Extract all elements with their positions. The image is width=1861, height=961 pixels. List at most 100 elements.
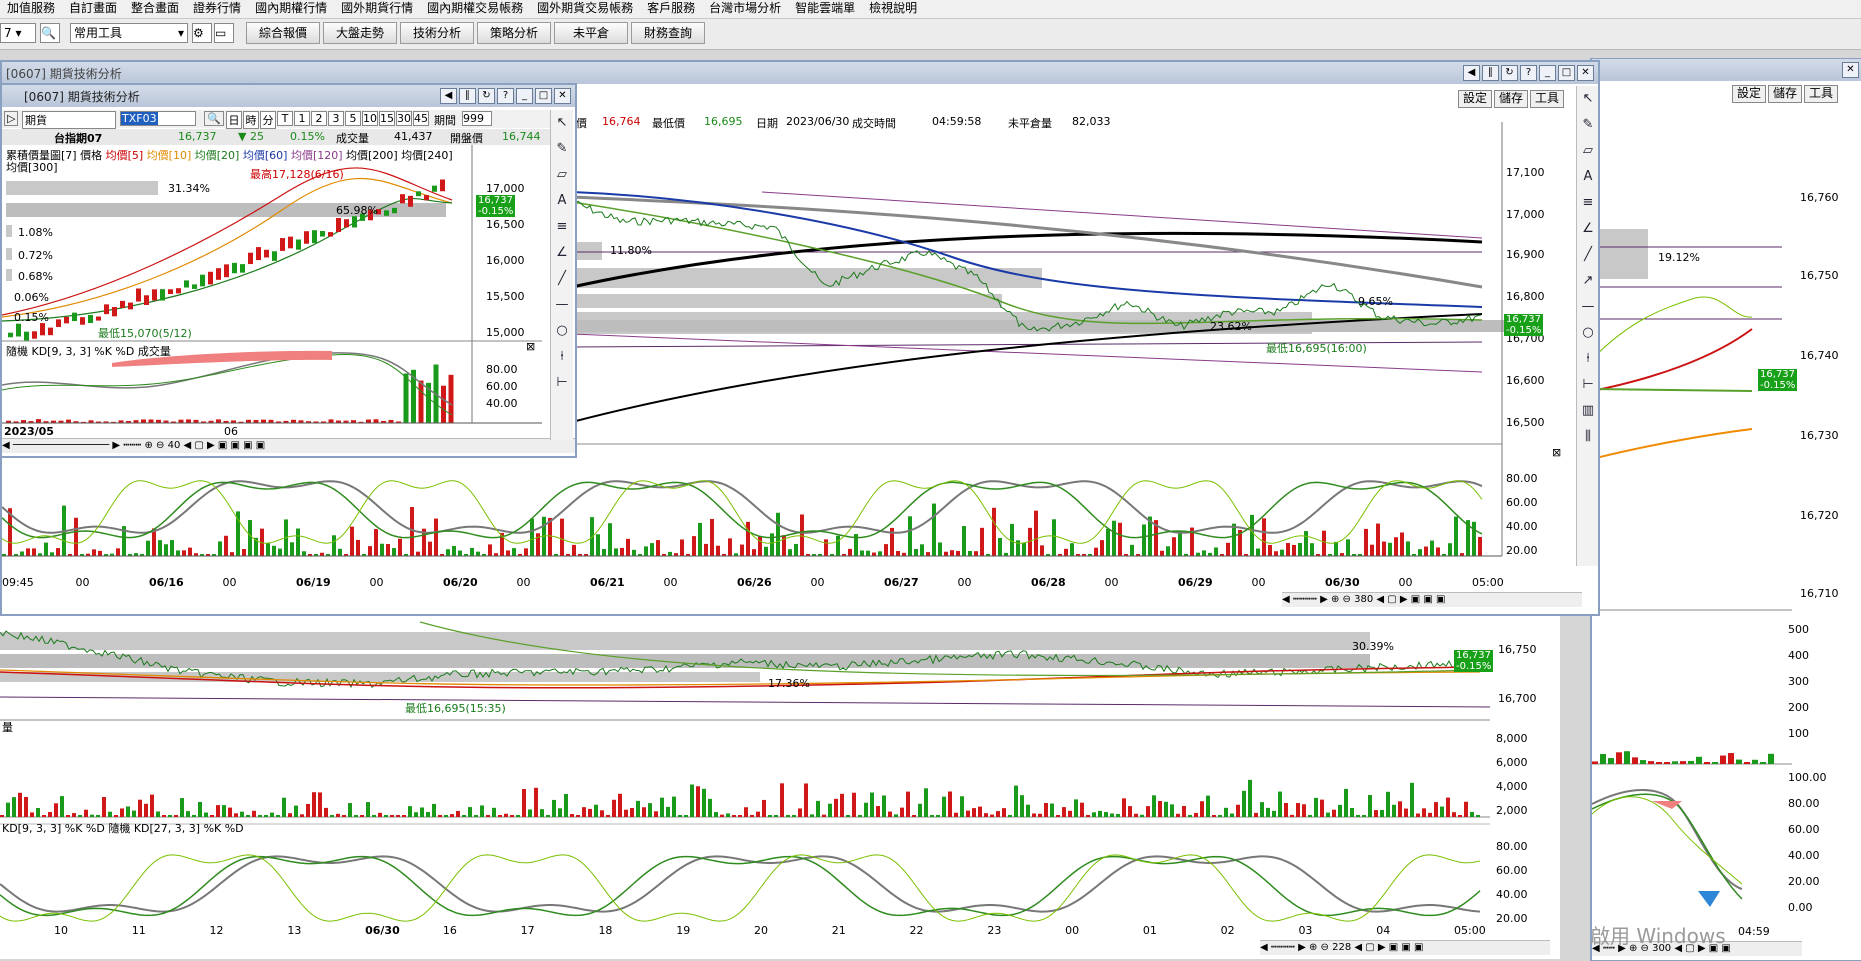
- gann-icon[interactable]: ⊢: [1577, 372, 1598, 398]
- menu-item[interactable]: 國內期權行情: [248, 0, 334, 17]
- volume-bar: [1616, 752, 1622, 764]
- volume-bar: [261, 419, 266, 423]
- menu-item[interactable]: 證券行情: [186, 0, 248, 17]
- text-icon[interactable]: A: [1577, 164, 1598, 190]
- bw-nav-bar[interactable]: ◀ ┅┅┅┅ ▶ ⊕ ⊖ 228 ◀ ▢ ▶ ▣ ▣ ▣: [1260, 940, 1550, 955]
- bars-icon[interactable]: ▥: [1577, 398, 1598, 424]
- volume-bar: [978, 806, 982, 817]
- menu-item[interactable]: 檢視說明: [862, 0, 924, 17]
- finance-query-button[interactable]: 財務查詢: [631, 22, 705, 44]
- pin-icon[interactable]: ⍿: [1577, 346, 1598, 372]
- volume-bar: [606, 815, 610, 817]
- volume-bar: [1624, 751, 1630, 764]
- volume-bar: [1346, 539, 1350, 556]
- mw-nav-bar[interactable]: ◀ ┅┅┅┅ ▶ ⊕ ⊖ 380 ◀ ▢ ▶ ▣ ▣ ▣: [1282, 592, 1582, 607]
- candle: [384, 210, 389, 216]
- volume-bar: [282, 797, 286, 817]
- volume-bar: [612, 799, 616, 817]
- volume-bar: [1158, 800, 1162, 817]
- strategy-button[interactable]: 策略分析: [477, 22, 551, 44]
- volume-bar: [6, 802, 10, 817]
- hline-icon[interactable]: —: [1577, 294, 1598, 320]
- volume-bar: [636, 800, 640, 817]
- pointer-icon[interactable]: ↖: [551, 110, 573, 136]
- index-trend-button[interactable]: 大盤走勢: [323, 22, 397, 44]
- menu-item[interactable]: 整合畫面: [124, 0, 186, 17]
- volume-bar: [914, 549, 918, 556]
- volume-bar: [78, 815, 82, 817]
- lines-icon[interactable]: ≡: [551, 214, 573, 240]
- text-icon[interactable]: A: [551, 188, 573, 214]
- volume-bar: [972, 808, 976, 817]
- window-icon[interactable]: ▭: [214, 23, 234, 43]
- eraser-icon[interactable]: ▱: [551, 162, 573, 188]
- volume-bar: [446, 549, 450, 556]
- gear-icon[interactable]: ⚙: [192, 23, 212, 43]
- date-label: 18: [598, 924, 613, 937]
- menu-item[interactable]: 國外期貨交易帳務: [530, 0, 640, 17]
- open-interest-button[interactable]: 未平倉: [554, 22, 628, 44]
- pin-icon[interactable]: ⍿: [551, 344, 573, 370]
- right-price-tick: 16,740: [1800, 349, 1839, 362]
- tech-analysis-button[interactable]: 技術分析: [400, 22, 474, 44]
- gann-icon[interactable]: ⊢: [551, 370, 573, 396]
- bottom-chart-svg: [0, 621, 1491, 922]
- toolbar: 7 ▾ 🔍 常用工具 ▾ ⚙ ▭ 綜合報價 大盤走勢 技術分析 策略分析 未平倉 …: [0, 19, 1861, 50]
- volume-bar: [930, 815, 934, 817]
- close-icon[interactable]: ⊠: [1552, 446, 1561, 459]
- search-icon[interactable]: 🔍: [40, 23, 60, 43]
- screen-combo[interactable]: 7 ▾: [0, 23, 36, 43]
- sw-nav-bar[interactable]: ◀ ──────────────── ▶ ┅┅┅ ⊕ ⊖ 40 ◀ ▢ ▶ ▣ …: [2, 438, 575, 453]
- close-icon[interactable]: ⊠: [526, 340, 535, 353]
- right-kd-tick: 0.00: [1788, 901, 1813, 914]
- trendline-icon[interactable]: ╱: [1577, 242, 1598, 268]
- volume-bar: [998, 537, 1002, 556]
- volume-bar: [374, 529, 378, 556]
- volume-bar: [468, 807, 472, 817]
- menu-item[interactable]: 客戶服務: [640, 0, 702, 17]
- quote-button[interactable]: 綜合報價: [246, 22, 320, 44]
- menu-item[interactable]: 智能雲端單: [788, 0, 862, 17]
- date-label: 10: [54, 924, 68, 937]
- volume-bar: [774, 815, 778, 817]
- volume-bar: [438, 814, 442, 817]
- candle: [312, 230, 317, 244]
- volume-bar: [650, 543, 654, 556]
- volume-bar: [624, 809, 628, 817]
- volume-bar: [1334, 541, 1338, 556]
- volume-bar: [470, 547, 474, 556]
- mw-badge-change: -0.15%: [1506, 325, 1542, 336]
- menu-item[interactable]: 國外期貨行情: [334, 0, 420, 17]
- menu-item[interactable]: 台灣市場分析: [702, 0, 788, 17]
- bw-pct-2: 17.36%: [768, 677, 810, 690]
- common-tools-select[interactable]: 常用工具 ▾: [70, 23, 188, 43]
- pointer-icon[interactable]: ↖: [1577, 86, 1598, 112]
- sw-high-annotation: 最高17,128(6/16): [250, 168, 344, 181]
- menu-item[interactable]: 自訂畫面: [62, 0, 124, 17]
- pencil-icon[interactable]: ✎: [1577, 112, 1598, 138]
- trendline-icon[interactable]: ╱: [551, 266, 573, 292]
- volume-bar: [588, 808, 592, 817]
- angle-icon[interactable]: ∠: [1577, 216, 1598, 242]
- pencil-icon[interactable]: ✎: [551, 136, 573, 162]
- volume-bar: [894, 814, 898, 817]
- hline-icon[interactable]: —: [551, 292, 573, 318]
- lines-icon[interactable]: ≡: [1577, 190, 1598, 216]
- fib-icon[interactable]: ⫼: [1577, 424, 1598, 450]
- eraser-icon[interactable]: ▱: [1577, 138, 1598, 164]
- volume-bar: [1436, 547, 1440, 556]
- candle: [56, 319, 61, 327]
- volume-bar: [1752, 759, 1758, 764]
- circle-icon[interactable]: ○: [1577, 320, 1598, 346]
- volume-bar: [776, 512, 780, 556]
- volume-bar: [692, 536, 696, 556]
- bw-kd-legend: KD[9, 3, 3] %K %D 隨機 KD[27, 3, 3] %K %D: [2, 822, 244, 835]
- menu-item[interactable]: 國內期權交易帳務: [420, 0, 530, 17]
- arrow-icon[interactable]: ↗: [1577, 268, 1598, 294]
- volume-bar: [1224, 807, 1228, 817]
- volume-bar: [632, 549, 636, 556]
- right-badge-price: 16,737: [1760, 369, 1795, 380]
- menu-item[interactable]: 加值服務: [0, 0, 62, 17]
- circle-icon[interactable]: ○: [551, 318, 573, 344]
- angle-icon[interactable]: ∠: [551, 240, 573, 266]
